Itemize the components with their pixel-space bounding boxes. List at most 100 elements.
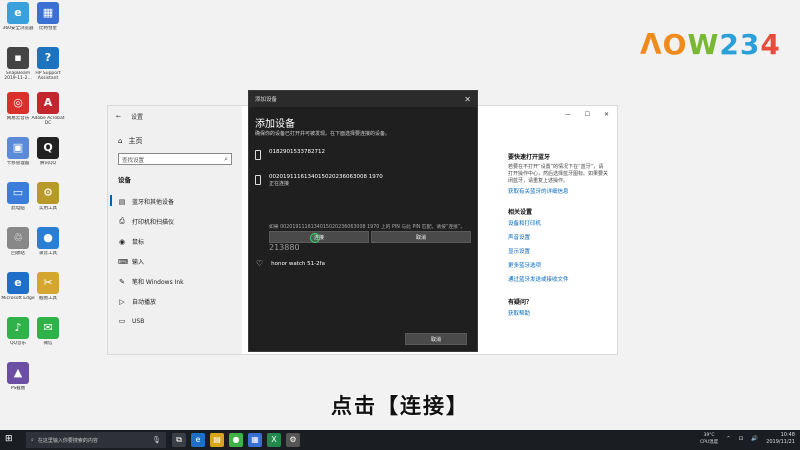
sidebar-item[interactable]: ▷ 自动播放 (118, 297, 157, 307)
phone-icon (255, 150, 261, 160)
sidebar-item-label: 打印机和扫描仪 (132, 219, 175, 226)
home-label: 主页 (128, 137, 143, 145)
desktop-icon[interactable]: ● 录音工具 (31, 227, 65, 261)
desktop-icon[interactable]: ▭ 此电脑 (1, 182, 35, 216)
search-icon: ⌕ (224, 155, 228, 163)
desktop-icon[interactable]: e Microsoft Edge (1, 272, 35, 306)
sidebar-item[interactable]: ⎙ 打印机和扫描仪 (118, 217, 174, 226)
device-item-selected[interactable]: 0020191116134015020236063008 1970 正在连接 (255, 174, 383, 188)
app-icon: ✉ (37, 317, 59, 339)
quick-bluetooth-title: 要快速打开蓝牙 (508, 154, 551, 161)
settings-titlebar: ← 设置 (116, 112, 143, 121)
sidebar-item-label: 自动播放 (132, 299, 157, 306)
app-icon: ▣ (7, 137, 29, 159)
sidebar-item-label: 笔和 Windows Ink (132, 279, 184, 286)
cpu-temp-label: CPU温度 (699, 440, 719, 445)
question-title: 有疑问？ (508, 299, 533, 306)
sidebar-item-home[interactable]: ⌂ 主页 (118, 136, 142, 146)
desktop-icon[interactable]: ♪ QQ音乐 (1, 317, 35, 351)
desktop-icon[interactable]: e 360安全浏览器 (1, 2, 35, 36)
app-icon: ▲ (7, 362, 29, 384)
taskbar-app-icon[interactable]: ⧉ (172, 433, 186, 447)
app-icon: A (37, 92, 59, 114)
related-settings-link[interactable]: 更多蓝牙选项 (508, 261, 608, 269)
volume-icon[interactable]: 🔊 (751, 436, 758, 442)
sidebar-item[interactable]: ◉ 鼠标 (118, 237, 144, 247)
app-icon: e (7, 2, 29, 24)
app-icon: ? (37, 47, 59, 69)
sidebar-item-label: USB (132, 317, 145, 325)
desktop-icon[interactable]: ▪ SnapBeam 2019-11-2... (1, 47, 35, 81)
taskbar-app-icon[interactable]: ⚙ (286, 433, 300, 447)
network-icon[interactable]: ⊡ (739, 436, 744, 442)
pin-code: 213880 (269, 243, 300, 252)
desktop-icon[interactable]: ▣ 卡移管理器 (1, 137, 35, 171)
taskbar-app-icon[interactable]: ● (229, 433, 243, 447)
desktop-icon-label: 录音工具 (39, 251, 57, 256)
mouse-cursor-icon (310, 233, 320, 243)
phone-icon (255, 175, 261, 185)
app-icon: ✂ (37, 272, 59, 294)
app-icon: ♪ (7, 317, 29, 339)
desktop-icon[interactable]: A Adobe Acrobat DC (31, 92, 65, 126)
cancel-connect-button[interactable]: 取消 (371, 231, 471, 243)
minimize-icon[interactable]: — (565, 111, 571, 118)
back-arrow-icon[interactable]: ← (116, 113, 121, 120)
cpu-temp-widget[interactable]: 39°C CPU温度 (700, 432, 718, 446)
search-icon: ⌕ (31, 437, 34, 443)
device-status: 正在连接 (269, 181, 290, 187)
app-icon: e (7, 272, 29, 294)
logo-part: 4 (760, 28, 781, 61)
taskbar-app-icon[interactable]: ▦ (248, 433, 262, 447)
dialog-close-icon[interactable]: ✕ (464, 95, 471, 104)
taskbar-app-icon[interactable]: ▤ (210, 433, 224, 447)
windows-start-icon[interactable]: ⊞ (5, 434, 13, 444)
related-settings-panel: 要快速打开蓝牙 若要在不打开“设置”的情况下在“蓝牙”，请打开操作中心，然后选择… (508, 152, 608, 323)
get-help-link[interactable]: 获取帮助 (508, 309, 608, 317)
desktop-icon[interactable]: Q 腾讯QQ (31, 137, 65, 171)
taskbar-app-icon[interactable]: X (267, 433, 281, 447)
sidebar-item[interactable]: ▭ USB (118, 317, 145, 325)
device-name: 0020191116134015020236063008 1970 (269, 174, 383, 180)
device-item[interactable]: ♡ honor watch 51-2fa (256, 259, 325, 268)
maximize-icon[interactable]: ☐ (585, 111, 590, 118)
taskbar-search-input[interactable]: ⌕ 在这里输入你要搜索的内容 🎙 (26, 432, 166, 448)
device-item[interactable]: 0182901533782712 (255, 149, 325, 160)
related-settings-link[interactable]: 显示设置 (508, 247, 608, 255)
taskbar-app-icon[interactable]: e (191, 433, 205, 447)
related-settings-link[interactable]: 声音设置 (508, 233, 608, 241)
desktop-icon[interactable]: ✂ 截图工具 (31, 272, 65, 306)
desktop-icon-label: 360安全浏览器 (2, 26, 34, 31)
related-settings-title: 相关设置 (508, 209, 533, 216)
sidebar-item[interactable]: ✎ 笔和 Windows Ink (118, 277, 184, 287)
desktop-icon[interactable]: ♲ 回收站 (1, 227, 35, 261)
clock[interactable]: 10:48 2019/11/21 (766, 432, 795, 446)
search-placeholder: 查找设置 (122, 158, 145, 164)
settings-search-input[interactable]: 查找设置 ⌕ (118, 153, 232, 165)
microphone-icon[interactable]: 🎙 (152, 436, 161, 444)
cancel-button[interactable]: 取消 (405, 333, 467, 345)
desktop-icon-label: 回收站 (11, 251, 25, 256)
desktop-icon-label: SnapBeam 2019-11-2... (4, 71, 32, 81)
nav-icon: ▤ (118, 197, 126, 206)
desktop-icon[interactable]: ✉ 微信 (31, 317, 65, 351)
desktop-icon[interactable]: ? HP Support Assistant (31, 47, 65, 81)
close-icon[interactable]: ✕ (604, 111, 609, 118)
nav-icon: ▷ (119, 297, 125, 306)
desktop-icon-label: 卡移管理器 (6, 161, 30, 166)
desktop-icon-label: QQ音乐 (9, 341, 27, 346)
watermark-logo: ΛOW234 (640, 28, 781, 61)
desktop-icon-label: Microsoft Edge (1, 296, 35, 301)
sidebar-item[interactable]: ⌨ 输入 (118, 257, 144, 267)
chevron-up-icon[interactable]: ⌃ (726, 436, 731, 442)
desktop-icon[interactable]: ◎ 网易云音乐 (1, 92, 35, 126)
sidebar-item-label: 蓝牙和其他设备 (132, 199, 175, 206)
related-settings-link[interactable]: 设备和打印机 (508, 219, 608, 227)
related-settings-link[interactable]: 通过蓝牙发送或接收文件 (508, 275, 608, 283)
desktop-icon[interactable]: ⚙ 实用工具 (31, 182, 65, 216)
bluetooth-info-link[interactable]: 获取有关蓝牙的详细信息 (508, 187, 608, 195)
desktop-icon-label: Adobe Acrobat DC (31, 116, 65, 126)
app-icon: ⚙ (37, 182, 59, 204)
desktop-icon[interactable]: ▦ 比特彗星 (31, 2, 65, 36)
sidebar-item[interactable]: ▤ 蓝牙和其他设备 (109, 195, 175, 206)
